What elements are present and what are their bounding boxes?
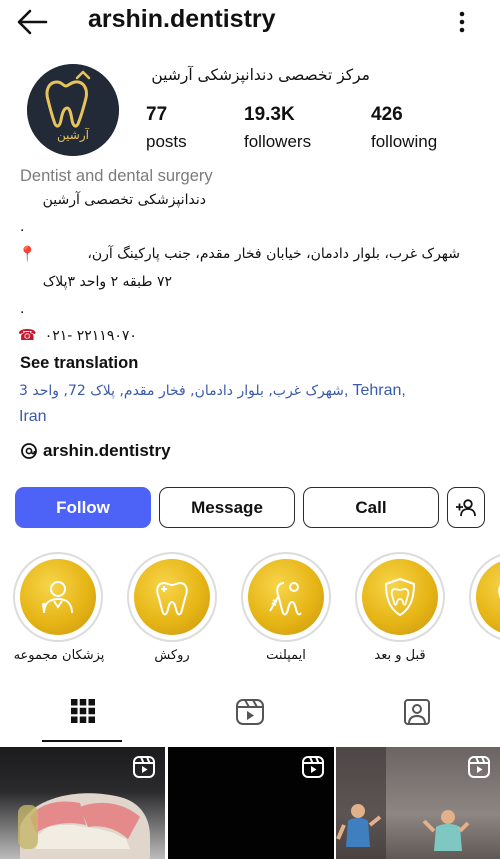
bio-line: دندانپزشکی تخصصی آرشین <box>42 192 206 208</box>
tooth-crown-icon <box>156 581 188 616</box>
bio-address-line-1: شهرک غرب، بلوار دادمان، خیابان فخار مقدم… <box>87 246 460 262</box>
highlight-label: قبل و بعد <box>374 648 426 663</box>
see-translation-link[interactable]: See translation <box>20 354 138 373</box>
reel-badge-icon <box>302 756 324 778</box>
avatar-logo-text: آرشین <box>57 128 89 142</box>
followers-stat[interactable]: 19.3K followers <box>244 104 311 152</box>
threads-icon <box>21 443 37 459</box>
following-count: 426 <box>371 104 403 125</box>
location-address-fa: شهرک غرب, بلوار دادمان, فخار مقدم, پلاک … <box>19 383 344 399</box>
profile-username: arshin.dentistry <box>88 5 276 33</box>
highlight-partial[interactable] <box>469 552 500 642</box>
post-thumbnail[interactable] <box>336 747 500 859</box>
doctor-icon <box>42 581 73 614</box>
grid-icon <box>71 699 95 723</box>
call-button[interactable]: Call <box>303 487 439 528</box>
highlight-label: روکش <box>154 648 190 663</box>
highlight-implant[interactable]: ایمپلنت <box>241 552 333 663</box>
follow-button[interactable]: Follow <box>15 487 151 528</box>
highlight-label: پزشکان مجموعه <box>13 648 105 663</box>
tooth-logo-icon <box>27 64 119 156</box>
phone-number: ۰۲۱- ۲۲۱۱۹۰۷۰ <box>44 328 137 344</box>
reel-badge-icon <box>133 756 155 778</box>
bio-separator: . <box>20 218 25 235</box>
following-label: following <box>371 132 438 151</box>
display-name: مرکز تخصصی دندانپزشکی آرشین <box>151 66 370 84</box>
tagged-icon <box>404 699 430 725</box>
threads-handle: arshin.dentistry <box>43 441 171 460</box>
add-user-icon <box>456 498 476 516</box>
location-city: , Tehran, <box>343 382 406 399</box>
tab-reels[interactable] <box>235 698 265 730</box>
bio-phone: ☎ ۰۲۱- ۲۲۱۱۹۰۷۰ <box>18 326 137 344</box>
implant-icon <box>269 582 302 616</box>
profile-category: Dentist and dental surgery <box>20 167 213 185</box>
followers-count: 19.3K <box>244 104 295 125</box>
active-tab-indicator <box>42 740 122 742</box>
avatar[interactable]: آرشین <box>27 64 119 156</box>
more-options-icon[interactable] <box>450 8 474 38</box>
highlight-label: ایمپلنت <box>266 648 306 663</box>
tab-tagged[interactable] <box>403 698 433 730</box>
tooth-shield-icon <box>384 577 416 617</box>
post-thumbnail[interactable] <box>168 747 334 859</box>
followers-label: followers <box>244 132 312 151</box>
following-stat[interactable]: 426 following <box>371 104 437 152</box>
suggested-users-button[interactable] <box>447 487 485 528</box>
bio-address-line-2: ۷۲ طبقه ۲ واحد ۳پلاک <box>42 274 172 290</box>
highlight-before-after[interactable]: قبل و بعد <box>355 552 447 663</box>
location-country: Iran <box>19 408 47 425</box>
message-button[interactable]: Message <box>159 487 295 528</box>
reel-badge-icon <box>468 756 490 778</box>
highlight-doctors[interactable]: پزشکان مجموعه <box>13 552 105 663</box>
posts-count: 77 <box>146 104 168 125</box>
location-pin-icon: 📍 <box>18 245 37 263</box>
tab-grid[interactable] <box>70 698 100 730</box>
location-link[interactable]: شهرک غرب, بلوار دادمان, فخار مقدم, پلاک … <box>19 378 459 430</box>
post-thumbnail[interactable] <box>0 747 165 859</box>
posts-stat[interactable]: 77 posts <box>146 104 187 152</box>
threads-link[interactable]: arshin.dentistry <box>20 441 171 461</box>
posts-label: posts <box>146 132 187 151</box>
reels-icon <box>236 699 264 725</box>
top-bar: arshin.dentistry <box>0 0 500 46</box>
tooth-icon <box>498 584 500 599</box>
bio-separator: . <box>20 300 25 317</box>
telephone-icon: ☎ <box>18 326 37 344</box>
back-arrow-icon[interactable] <box>16 8 52 38</box>
highlight-crown[interactable]: روکش <box>127 552 219 663</box>
